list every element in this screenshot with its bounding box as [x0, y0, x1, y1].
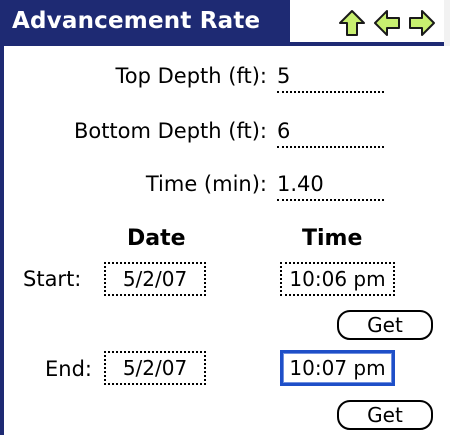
start-time-selector[interactable]: 10:06 pm [280, 262, 395, 296]
end-time-selector[interactable]: 10:07 pm [280, 350, 395, 386]
start-label: Start: [23, 267, 82, 291]
title-rule [0, 42, 450, 46]
time-field[interactable] [277, 199, 384, 201]
time-column-header: Time [302, 226, 363, 251]
top-depth-value[interactable]: 5 [277, 64, 290, 88]
end-time-value: 10:07 pm [289, 356, 386, 380]
bottom-depth-field[interactable] [277, 146, 384, 148]
top-depth-label: Top Depth (ft): [115, 64, 267, 88]
right-arrow-icon[interactable] [408, 9, 436, 37]
end-get-button-label: Get [367, 403, 403, 427]
time-label: Time (min): [145, 172, 267, 196]
end-label: End: [45, 357, 92, 381]
end-get-button[interactable]: Get [337, 400, 433, 430]
end-date-selector[interactable]: 5/2/07 [104, 351, 206, 385]
title-tab: Advancement Rate [0, 0, 290, 44]
bottom-depth-label: Bottom Depth (ft): [73, 119, 267, 143]
left-arrow-icon[interactable] [373, 9, 401, 37]
end-date-value: 5/2/07 [122, 356, 188, 380]
page-title: Advancement Rate [12, 8, 261, 34]
title-bar: Advancement Rate [0, 0, 450, 46]
top-depth-field[interactable] [277, 91, 384, 93]
start-time-value: 10:06 pm [289, 267, 386, 291]
start-get-button-label: Get [367, 313, 403, 337]
start-date-selector[interactable]: 5/2/07 [104, 262, 206, 296]
bottom-depth-value[interactable]: 6 [277, 119, 290, 143]
date-column-header: Date [127, 226, 186, 251]
start-get-button[interactable]: Get [337, 310, 433, 340]
time-value[interactable]: 1.40 [277, 172, 324, 196]
window-frame [0, 0, 4, 435]
start-date-value: 5/2/07 [122, 267, 188, 291]
window-edge [444, 0, 450, 46]
up-arrow-icon[interactable] [338, 9, 366, 37]
